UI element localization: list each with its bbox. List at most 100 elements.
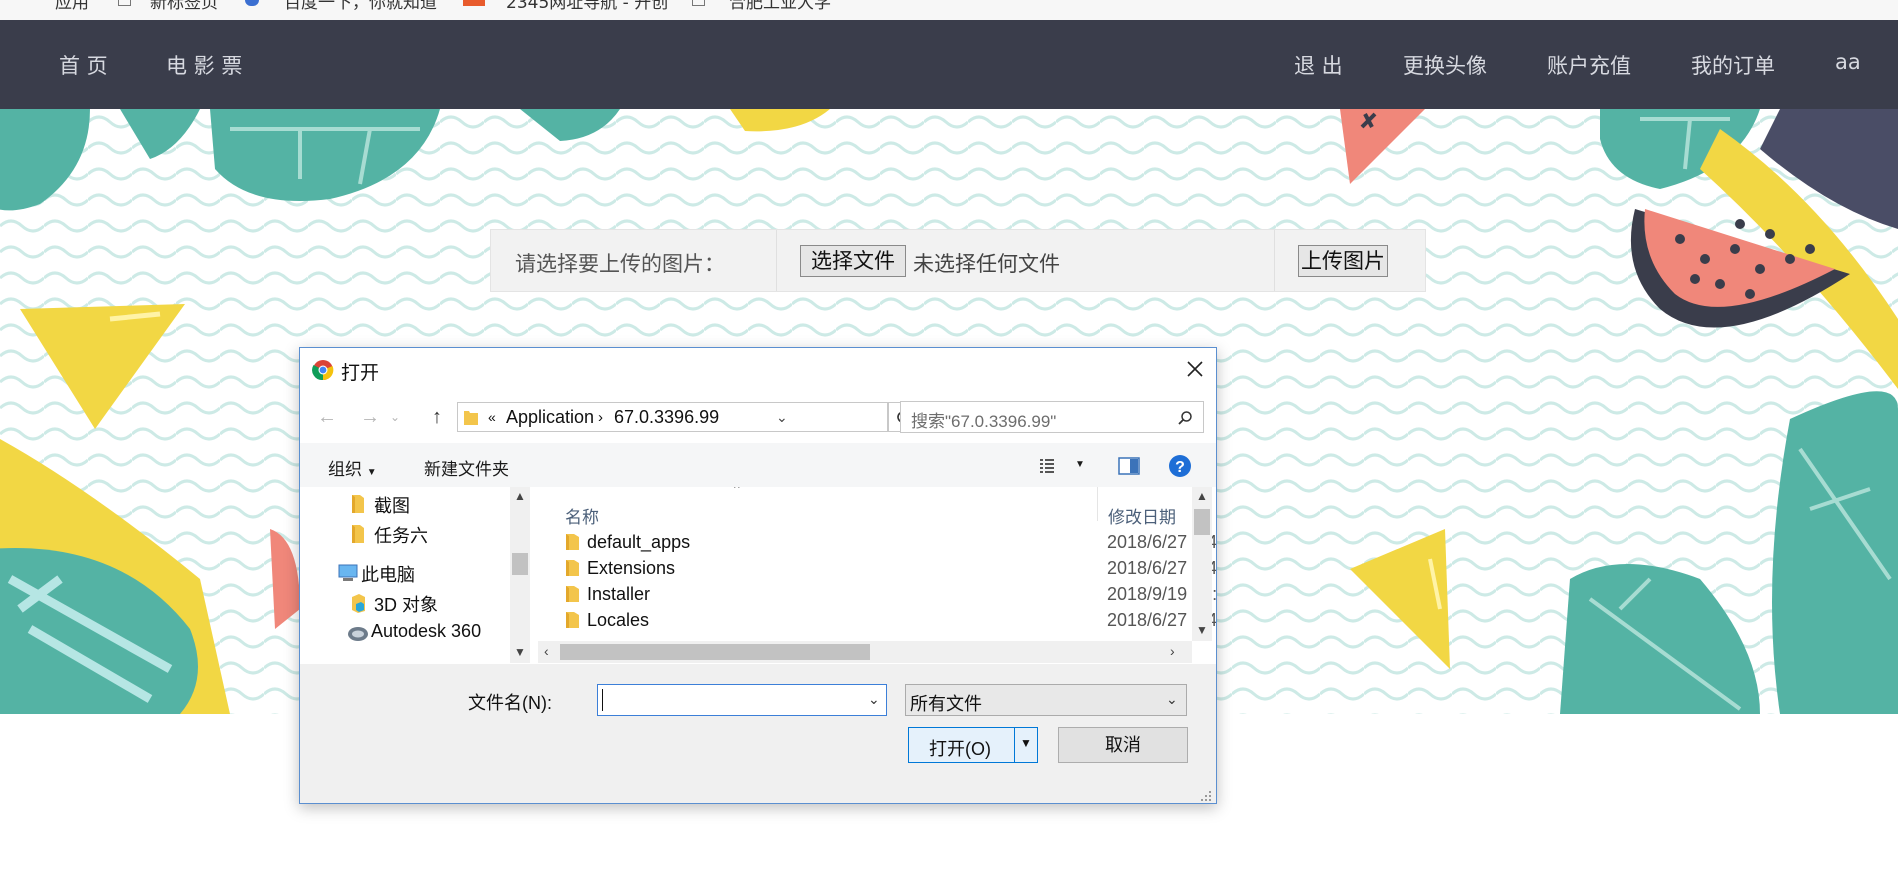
choose-file-button[interactable]: 选择文件 [800,245,906,277]
bookmark-apps[interactable]: 应用 [55,0,89,13]
bookmark-2345[interactable]: 2345网址导航 - 开创 [506,0,668,13]
file-open-dialog: 打开 ← → ⌄ ↑ « Application › 67.0.3396.99 … [299,347,1217,804]
split-divider [1014,728,1015,762]
file-type-select[interactable]: 所有文件 ⌄ [905,684,1187,716]
back-arrow-icon[interactable]: ← [315,405,339,429]
search-input[interactable]: 搜索"67.0.3396.99" [900,401,1204,433]
bookmark-new-tab[interactable]: 新标签页 [150,0,218,13]
file-row[interactable]: Installer 2018/9/19 21:14 [538,581,1216,607]
scroll-down-icon[interactable]: ▼ [1196,623,1208,637]
scroll-right-icon[interactable]: › [1170,643,1175,659]
address-bar[interactable]: « Application › 67.0.3396.99 ⌄ [457,402,888,432]
dialog-footer: 文件名(N): ⌄ 所有文件 ⌄ 打开(O) ▼ 取消 [300,664,1216,803]
folder-icon [464,411,478,425]
tree-item-label: 任务六 [374,526,428,546]
scroll-left-icon[interactable]: ‹ [544,643,549,659]
search-icon[interactable] [1177,410,1193,426]
nav-change-avatar[interactable]: 更换头像 [1403,50,1487,80]
sort-up-icon: ^ [734,487,740,495]
file-row[interactable]: Locales 2018/6/27 8:41 [538,607,1216,633]
scrollbar-thumb[interactable] [560,644,870,660]
help-icon[interactable]: ? [1168,454,1192,478]
tree-item-label: 截图 [374,496,410,516]
path-segment-application[interactable]: Application [506,407,594,428]
folder-icon [566,560,579,576]
svg-text:?: ? [1175,459,1185,476]
column-header-modified[interactable]: 修改日期 [1108,503,1176,528]
view-dropdown-icon[interactable]: ▼ [1075,459,1085,470]
path-chevron-icon[interactable]: › [598,409,603,426]
path-segment-version[interactable]: 67.0.3396.99 [614,407,719,428]
filename-input[interactable]: ⌄ [597,684,887,716]
resize-grip-icon[interactable] [1200,790,1212,802]
file-type-value: 所有文件 [910,694,982,714]
nav-recharge[interactable]: 账户充值 [1547,50,1631,80]
nav-pane-scrollbar[interactable]: ▲ ▼ [510,487,530,663]
baidu-icon [245,0,259,6]
cloud-icon [348,627,368,641]
scrollbar-thumb[interactable] [512,553,528,575]
navigation-pane: 截图 任务六 此电脑 3D 对象 Autodesk 360 ▲ ▼ [300,487,533,663]
bookmarks-bar: 应用 新标签页 百度一下，你就知道 2345网址导航 - 开创 合肥工业大学 [0,0,1898,20]
page-icon [118,0,131,6]
file-list-vertical-scrollbar[interactable]: ▲ ▼ [1192,487,1212,641]
column-header-name[interactable]: 名称 [565,503,599,528]
filename-label: 文件名(N): [468,693,552,713]
folder-icon [352,495,364,513]
tree-item-label: 此电脑 [361,565,415,585]
open-button-label: 打开(O) [929,739,991,759]
nav-movie-tickets[interactable]: 电 影 票 [166,50,242,80]
folder-icon [566,612,579,628]
computer-icon [338,564,358,581]
file-list-horizontal-scrollbar[interactable]: ‹ › [538,641,1192,663]
up-arrow-icon[interactable]: ↑ [425,405,449,429]
bookmark-baidu[interactable]: 百度一下，你就知道 [284,0,437,13]
text-caret [602,689,603,711]
column-divider [1097,487,1098,521]
apps-grid-icon[interactable] [16,0,30,6]
folder-icon [566,586,579,602]
preview-pane-icon[interactable] [1118,457,1140,475]
divider [776,230,777,291]
divider [1274,230,1275,291]
top-navbar: 首 页 电 影 票 退 出 更换头像 账户充值 我的订单 aa [0,20,1898,109]
nav-username[interactable]: aa [1835,50,1861,74]
dropdown-arrow-icon: ▼ [366,467,377,478]
bookmark-hfut[interactable]: 合肥工业大学 [729,0,831,13]
open-button[interactable]: 打开(O) ▼ [908,727,1038,763]
file-row[interactable]: Extensions 2018/6/27 8:41 [538,555,1216,581]
folder-icon [352,525,364,543]
no-file-selected-text: 未选择任何文件 [913,252,1060,276]
organize-label: 组织 [328,460,362,479]
nav-my-orders[interactable]: 我的订单 [1691,50,1775,80]
tree-item-label: 3D 对象 [374,595,439,615]
command-bar: 组织 ▼ 新建文件夹 ▼ ? [300,443,1216,487]
chevron-down-icon: ⌄ [1166,691,1178,707]
view-options-icon[interactable] [1040,459,1062,473]
3d-objects-icon [352,594,365,613]
upload-image-button[interactable]: 上传图片 [1298,245,1388,277]
folder-icon [566,534,579,550]
address-dropdown-icon[interactable]: ⌄ [776,409,788,426]
scroll-down-icon[interactable]: ▼ [514,645,526,659]
recent-locations-chevron-icon[interactable]: ⌄ [383,405,407,429]
scroll-up-icon[interactable]: ▲ [514,489,526,503]
new-folder-button[interactable]: 新建文件夹 [424,455,509,480]
scrollbar-thumb[interactable] [1194,509,1210,535]
file-name: Installer [587,584,651,604]
organize-menu[interactable]: 组织 ▼ [328,455,377,480]
file-name: default_apps [587,532,691,552]
forward-arrow-icon[interactable]: → [358,405,382,429]
dialog-title: 打开 [341,363,380,384]
scroll-up-icon[interactable]: ▲ [1196,489,1208,503]
nav-logout[interactable]: 退 出 [1294,50,1343,80]
tree-item-label: Autodesk 360 [371,621,482,641]
open-options-dropdown-icon[interactable]: ▼ [1020,736,1032,750]
file-list: ^ 名称 修改日期 default_apps 2018/6/27 8:41 Ex… [538,487,1216,663]
path-overflow-indicator[interactable]: « [488,409,496,425]
nav-home[interactable]: 首 页 [59,50,108,80]
cancel-button[interactable]: 取消 [1058,727,1188,763]
close-icon[interactable] [1180,354,1210,384]
filename-history-dropdown-icon[interactable]: ⌄ [868,691,880,708]
file-row[interactable]: default_apps 2018/6/27 8:41 [538,529,1216,555]
